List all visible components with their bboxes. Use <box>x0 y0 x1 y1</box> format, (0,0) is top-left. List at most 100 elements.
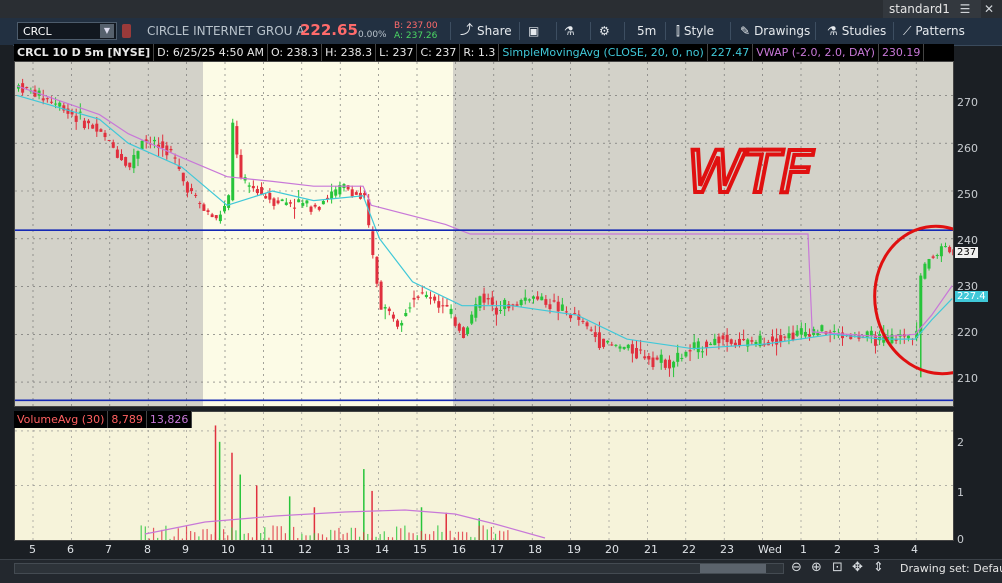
candle-body <box>486 298 490 300</box>
style-button[interactable]: ⫿ Style <box>676 20 714 42</box>
beaker-button[interactable]: ⚗ <box>564 20 575 42</box>
candle-body <box>379 281 383 310</box>
volume-bar <box>251 537 254 540</box>
candle-body <box>400 322 404 326</box>
candle-body <box>317 206 321 210</box>
share-button[interactable]: ⤴ Share <box>460 20 512 42</box>
candle-body <box>111 142 115 148</box>
candle-body <box>260 187 264 195</box>
candle-body <box>58 102 62 107</box>
volume-bar <box>260 533 262 540</box>
time-scrollbar[interactable] <box>14 563 784 574</box>
volume-bar <box>293 526 295 540</box>
toolbar-divider <box>450 22 451 40</box>
timeframe-label: 5m <box>637 24 657 38</box>
candle-body <box>404 313 408 317</box>
chevron-down-icon[interactable]: ▼ <box>100 24 114 38</box>
volume-bar <box>494 533 497 540</box>
link-icon[interactable] <box>122 24 131 38</box>
volume-tick: 1 <box>957 486 964 499</box>
volume-bar <box>202 529 204 540</box>
hamburger-icon[interactable]: ☰ <box>958 0 972 18</box>
volume-bar <box>429 534 431 540</box>
toolbar-divider <box>519 22 520 40</box>
volume-bar <box>214 425 217 540</box>
zoom-in-icon[interactable]: ⊕ <box>811 560 822 575</box>
candle-body <box>214 215 218 219</box>
volume-bar <box>255 485 258 540</box>
candle-body <box>589 329 593 331</box>
pan-icon[interactable]: ✥ <box>852 560 863 575</box>
zoom-box-icon[interactable]: ⊡ <box>832 560 843 575</box>
info-symbol: CRCL 10 D 5m [NYSE] <box>14 44 155 61</box>
volume-bar <box>383 531 385 540</box>
volume-scale[interactable] <box>954 411 1002 541</box>
patterns-button[interactable]: ⟋ Patterns <box>903 20 965 42</box>
candle-body <box>906 335 910 339</box>
expand-icon[interactable]: ⇕ <box>873 560 884 575</box>
candle-body <box>808 334 812 337</box>
toolbar-divider <box>665 22 666 40</box>
scrollbar-thumb[interactable] <box>700 564 766 573</box>
volume-bar <box>144 526 146 540</box>
candle-body <box>626 344 630 349</box>
settings-button[interactable]: ⚙ <box>599 20 610 42</box>
volume-label[interactable]: VolumeAvg (30) <box>14 411 109 428</box>
volume-tick: 0 <box>957 533 964 546</box>
candle-body <box>437 301 441 308</box>
time-axis-label: 22 <box>682 543 696 556</box>
drawing-set-label[interactable]: Drawing set: Default <box>900 562 1002 575</box>
time-axis[interactable] <box>14 541 954 559</box>
price-chart-svg: WTF <box>15 62 953 406</box>
candle-body <box>523 297 527 301</box>
volume-bar <box>470 536 472 540</box>
pencil-icon: ✎ <box>740 24 751 38</box>
time-axis-label: 7 <box>105 543 112 556</box>
candle-body <box>494 307 498 315</box>
info-vwap[interactable]: VWAP (-2.0, 2.0, DAY) <box>753 44 879 61</box>
flexible-grid-button[interactable]: ▣ <box>528 20 539 42</box>
candle-body <box>313 204 317 207</box>
toolbar-divider <box>815 22 816 40</box>
volume-bar <box>264 527 266 540</box>
volume-bar <box>231 527 233 540</box>
candle-body <box>268 192 272 200</box>
info-sma[interactable]: SimpleMovingAvg (CLOSE, 20, 0, no) <box>499 44 708 61</box>
volume-bar <box>490 527 492 540</box>
ask-price: A: 237.26 <box>394 31 438 41</box>
candle-body <box>99 129 103 132</box>
candle-body <box>49 101 53 103</box>
timeframe-button[interactable]: 5m <box>637 20 656 42</box>
info-range: R: 1.3 <box>460 44 500 61</box>
candle-body <box>635 347 638 359</box>
zoom-out-icon[interactable]: ⊖ <box>791 560 802 575</box>
candle-body <box>424 294 428 298</box>
volume-bar <box>433 531 435 540</box>
candle-body <box>354 192 358 195</box>
volume-bar <box>408 532 410 540</box>
volume-chart[interactable] <box>14 411 954 541</box>
studies-button[interactable]: ⚗ Studies <box>827 20 886 42</box>
candle-body <box>235 126 239 155</box>
candle-body <box>733 342 737 346</box>
candle-body <box>655 357 659 360</box>
candle-body <box>383 307 387 309</box>
info-date: D: 6/25/25 4:50 AM <box>154 44 268 61</box>
drawings-button[interactable]: ✎ Drawings <box>740 20 810 42</box>
title-strip <box>0 0 1002 18</box>
price-chart[interactable]: WTF <box>14 61 954 407</box>
annotation-wtf[interactable]: WTF <box>685 136 817 208</box>
candle-body <box>54 103 58 105</box>
volume-bar <box>152 527 155 540</box>
annotation-circle[interactable] <box>863 216 953 384</box>
candle-body <box>779 335 783 342</box>
candle-body <box>288 202 292 204</box>
candle-body <box>556 301 560 312</box>
last-price: 222.65 <box>300 21 358 39</box>
volume-bar <box>239 474 241 540</box>
candle-body <box>152 139 156 142</box>
candle-body <box>667 359 671 369</box>
close-icon[interactable]: ✕ <box>982 0 996 18</box>
candle-body <box>284 202 288 206</box>
volume-bar <box>412 533 414 540</box>
